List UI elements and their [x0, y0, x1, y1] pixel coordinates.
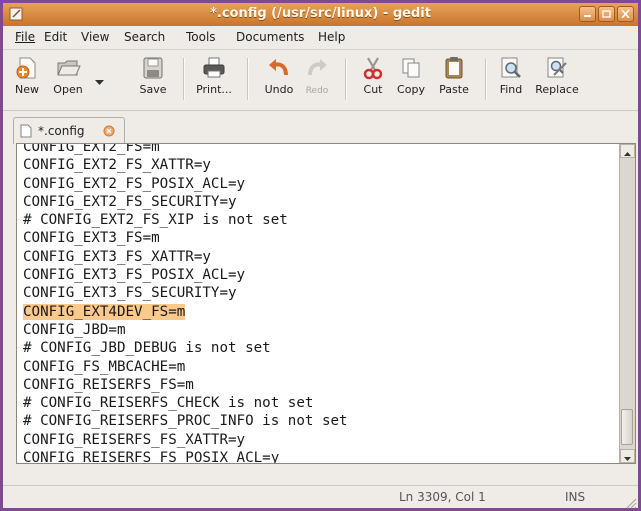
editor-line-text: # CONFIG_EXT2_FS_XIP is not set: [23, 212, 288, 229]
tab-label: *.config: [38, 124, 85, 138]
find-button[interactable]: Find: [493, 53, 529, 96]
gedit-window: *.config (/usr/src/linux) - gedit File E…: [0, 0, 641, 511]
editor-line[interactable]: CONFIG_EXT3_FS_POSIX_ACL=y: [23, 266, 348, 284]
editor-line[interactable]: CONFIG_EXT2_FS=m: [23, 143, 348, 156]
menu-documents[interactable]: Documents: [236, 30, 304, 44]
editor-line-text: CONFIG_EXT3_FS=m: [23, 230, 160, 247]
undo-arrow-icon: [269, 59, 288, 76]
editor-line[interactable]: CONFIG_EXT2_FS_POSIX_ACL=y: [23, 175, 348, 193]
editor-line[interactable]: CONFIG_EXT2_FS_SECURITY=y: [23, 193, 348, 211]
editor-line-text: CONFIG_EXT3_FS_SECURITY=y: [23, 285, 237, 302]
scroll-up-button[interactable]: [620, 144, 635, 158]
toolbar: New Open Save Print... Undo Redo Cut Cop…: [3, 49, 638, 111]
close-tab-icon[interactable]: [103, 125, 115, 137]
editor-lines: CONFIG_EXT2_FS=m CONFIG_EXT2_FS_XATTR=y CO…: [23, 143, 348, 464]
arrow-up-icon: [624, 152, 631, 156]
editor-line[interactable]: CONFIG_EXT3_FS=m: [23, 229, 348, 247]
copy-button[interactable]: Copy: [391, 53, 431, 96]
editor-line-text: CONFIG_EXT3_FS_POSIX_ACL=y: [23, 267, 246, 284]
maximize-button[interactable]: [598, 6, 615, 22]
editor-line-text: CONFIG_EXT4DEV_FS=m: [23, 303, 186, 320]
recent-files-dropdown[interactable]: [93, 78, 105, 88]
editor-line[interactable]: # CONFIG_EXT2_FS_XIP is not set: [23, 211, 348, 229]
new-document-icon: [16, 57, 36, 79]
editor-line[interactable]: # CONFIG_REISERFS_PROC_INFO is not set: [23, 412, 348, 430]
scrollbar-thumb[interactable]: [621, 409, 633, 445]
menu-tools[interactable]: Tools: [186, 30, 216, 44]
document-icon: [20, 124, 32, 138]
new-button[interactable]: New: [9, 53, 45, 96]
replace-button[interactable]: Replace: [529, 53, 585, 96]
vertical-scrollbar[interactable]: [619, 144, 635, 463]
menu-search[interactable]: Search: [124, 30, 165, 44]
editor-line-text: CONFIG_EXT2_FS_XATTR=y: [23, 157, 211, 174]
printer-icon: [203, 57, 225, 78]
menu-file[interactable]: File: [15, 30, 35, 44]
toolbar-separator: [183, 58, 185, 100]
paste-clipboard-icon: [445, 57, 463, 79]
editor-line[interactable]: # CONFIG_JBD_DEBUG is not set: [23, 339, 348, 357]
minimize-button[interactable]: [579, 6, 596, 22]
cut-button[interactable]: Cut: [355, 53, 391, 96]
redo-arrow-icon: [308, 59, 327, 76]
scissors-icon: [363, 57, 383, 80]
menu-edit[interactable]: Edit: [44, 30, 67, 44]
tab-config[interactable]: *.config: [13, 117, 125, 144]
scroll-down-button[interactable]: [620, 449, 635, 463]
copy-icon: [402, 58, 420, 78]
paste-button[interactable]: Paste: [433, 53, 475, 96]
print-button[interactable]: Print...: [191, 53, 237, 96]
text-editor[interactable]: CONFIG_EXT2_FS=m CONFIG_EXT2_FS_XATTR=y CO…: [16, 143, 636, 464]
toolbar-separator: [485, 58, 487, 100]
editor-line-text: # CONFIG_JBD_DEBUG is not set: [23, 340, 271, 357]
toolbar-separator: [247, 58, 249, 100]
editor-line-text: CONFIG_EXT2_FS_POSIX_ACL=y: [23, 175, 246, 192]
editor-line[interactable]: CONFIG_EXT3_FS_XATTR=y: [23, 248, 348, 266]
editor-line-text: # CONFIG_REISERFS_PROC_INFO is not set: [23, 413, 348, 430]
chevron-down-icon: [94, 80, 104, 85]
editor-line-text: CONFIG_JBD=m: [23, 321, 126, 338]
save-icon: [143, 57, 163, 79]
find-magnifier-icon: [501, 57, 521, 78]
editor-line[interactable]: # CONFIG_REISERFS_CHECK is not set: [23, 394, 348, 412]
resize-grip-icon[interactable]: [625, 497, 637, 509]
toolbar-separator: [345, 58, 347, 100]
close-icon: [621, 10, 630, 18]
editor-line[interactable]: CONFIG_FS_MBCACHE=m: [23, 358, 348, 376]
editor-line[interactable]: CONFIG_EXT2_FS_XATTR=y: [23, 156, 348, 174]
editor-line[interactable]: CONFIG_REISERFS_FS_POSIX_ACL=y: [23, 449, 348, 464]
editor-line[interactable]: CONFIG_REISERFS_FS=m: [23, 376, 348, 394]
editor-line-text: CONFIG_EXT3_FS_XATTR=y: [23, 248, 211, 265]
close-button[interactable]: [617, 6, 634, 22]
menu-view[interactable]: View: [81, 30, 109, 44]
menu-help[interactable]: Help: [318, 30, 345, 44]
editor-line-text: CONFIG_REISERFS_FS_XATTR=y: [23, 431, 246, 448]
editor-line-text: CONFIG_REISERFS_FS_POSIX_ACL=y: [23, 450, 280, 464]
editor-line-text: CONFIG_EXT2_FS_SECURITY=y: [23, 193, 237, 210]
editor-line[interactable]: CONFIG_EXT4DEV_FS=m: [23, 303, 348, 321]
editor-line[interactable]: CONFIG_JBD=m: [23, 321, 348, 339]
save-button[interactable]: Save: [133, 53, 173, 96]
status-bar: Ln 3309, Col 1 INS: [3, 485, 638, 509]
find-replace-icon: [547, 57, 567, 78]
window-title: *.config (/usr/src/linux) - gedit: [210, 6, 431, 21]
open-button[interactable]: Open: [45, 53, 91, 96]
editor-line-text: CONFIG_FS_MBCACHE=m: [23, 358, 186, 375]
minimize-icon: [584, 15, 591, 17]
editor-line-text: # CONFIG_REISERFS_CHECK is not set: [23, 395, 314, 412]
maximize-icon: [602, 10, 611, 18]
editor-line[interactable]: CONFIG_EXT3_FS_SECURITY=y: [23, 284, 348, 302]
folder-open-icon: [57, 60, 81, 76]
insert-mode: INS: [565, 490, 586, 504]
cursor-position: Ln 3309, Col 1: [399, 490, 486, 504]
menu-bar: File Edit View Search Tools Documents He…: [3, 26, 638, 48]
editor-line-text: CONFIG_EXT2_FS=m: [23, 143, 160, 155]
editor-line-text: CONFIG_REISERFS_FS=m: [23, 376, 194, 393]
title-bar[interactable]: *.config (/usr/src/linux) - gedit: [3, 3, 638, 26]
editor-line[interactable]: CONFIG_REISERFS_FS_XATTR=y: [23, 431, 348, 449]
redo-button[interactable]: Redo: [301, 53, 333, 96]
arrow-down-icon: [624, 457, 631, 461]
undo-button[interactable]: Undo: [257, 53, 301, 96]
